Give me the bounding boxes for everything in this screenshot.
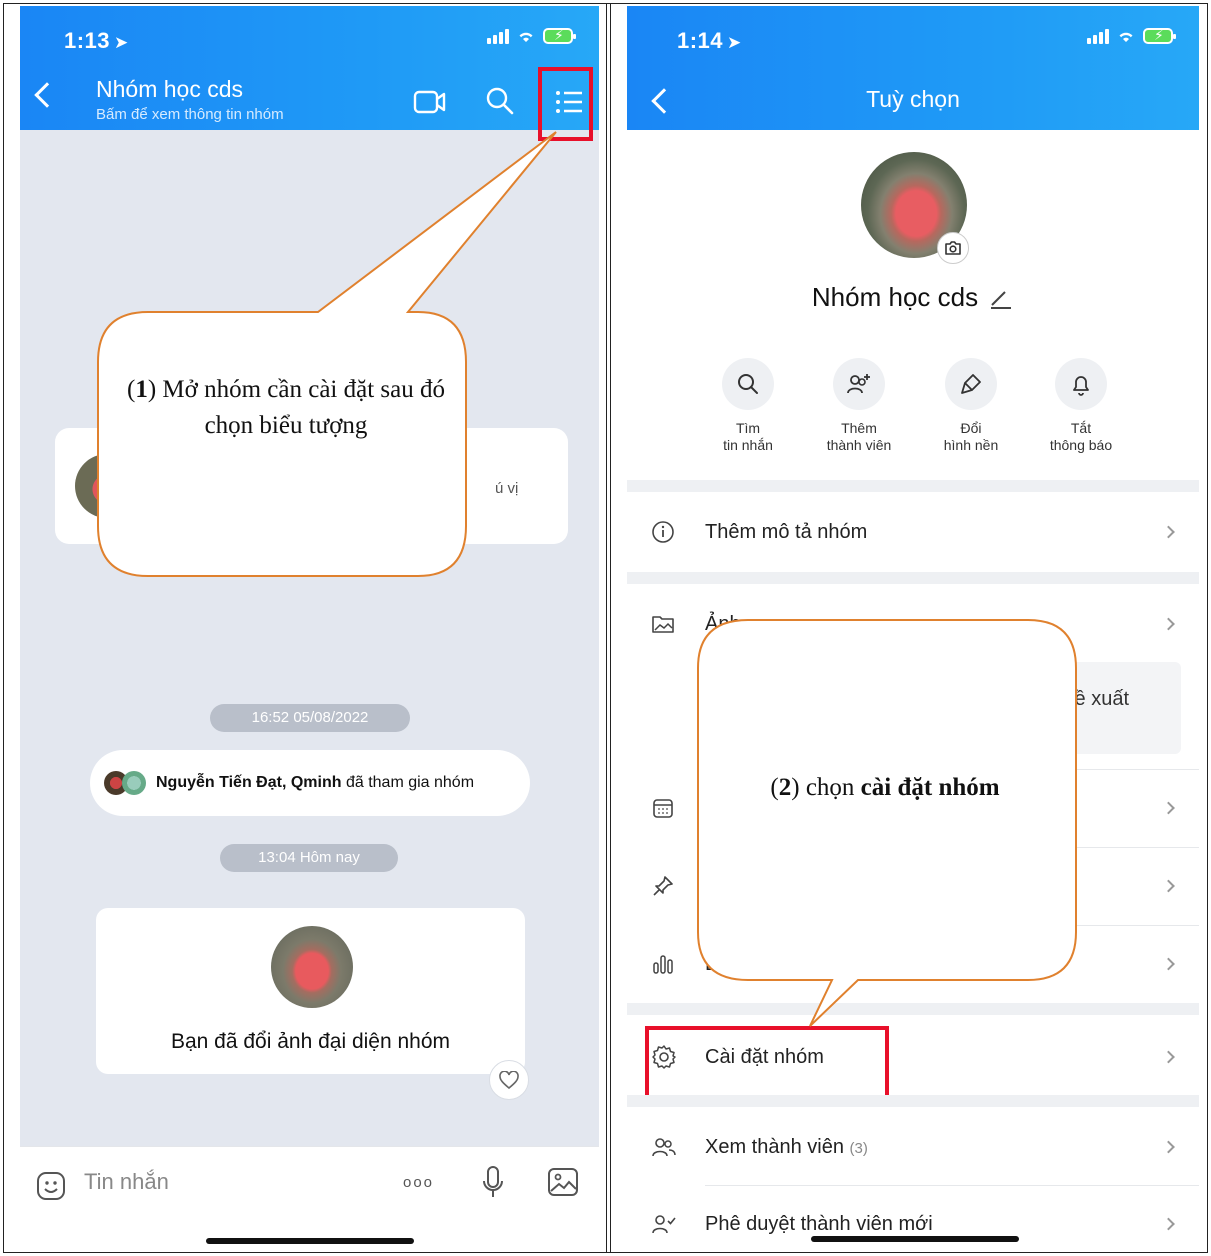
quick-action-search[interactable]: Tìm tin nhắn (698, 358, 798, 454)
member-count: (3) (849, 1139, 868, 1157)
add-member-icon (847, 374, 870, 394)
group-name: Nhóm học cds (627, 282, 1199, 313)
avatar-change-text: Bạn đã đổi ảnh đại diện nhóm (170, 1030, 451, 1053)
highlight-menu-box (538, 67, 593, 141)
quick-action-add-member[interactable]: Thêm thành viên (809, 358, 909, 454)
wifi-icon (519, 32, 533, 42)
message-text-fragment: ú vị (495, 480, 519, 497)
chevron-right-icon (1162, 617, 1175, 631)
home-indicator (206, 1238, 414, 1244)
section-divider (627, 572, 1199, 584)
back-icon[interactable] (34, 82, 60, 108)
avatar-change-notice[interactable]: Bạn đã đổi ảnh đại diện nhóm (96, 908, 525, 1074)
chat-header: 1:13 ➤ ⚡ Nhóm học cds Bấm để xem thông ti… (20, 6, 599, 130)
group-avatar (271, 926, 353, 1008)
change-photo-button[interactable] (937, 232, 969, 264)
chat-screen: 1:13 ➤ ⚡ Nhóm học cds Bấm để xem thông ti… (20, 6, 599, 1252)
poll-icon (653, 955, 673, 974)
signal-icon (487, 28, 509, 44)
bell-icon (1073, 376, 1089, 396)
message-card[interactable]: ú vị (55, 428, 568, 544)
section-divider (627, 480, 1199, 492)
row-label: Ảnh (705, 612, 741, 635)
location-arrow-icon: ➤ (727, 33, 742, 52)
preview-text-fragment: ề xuất (1074, 688, 1129, 710)
message-input[interactable]: Tin nhắn (84, 1169, 169, 1195)
status-time: 1:13 ➤ (64, 28, 129, 53)
more-icon[interactable]: ooo (403, 1174, 434, 1191)
microphone-icon[interactable] (481, 1165, 505, 1201)
status-icons: ⚡ (487, 27, 576, 44)
calendar-icon (653, 799, 673, 818)
message-composer: Tin nhắn ooo (20, 1146, 599, 1252)
home-indicator (811, 1236, 1019, 1242)
callout-text-1: (1) Mở nhóm cần cài đặt sau đó chọn biểu… (127, 376, 445, 439)
chevron-right-icon (1162, 801, 1175, 815)
search-icon (738, 374, 758, 394)
join-action: đã tham gia nhóm (345, 774, 475, 791)
media-preview[interactable]: ề xuất (705, 662, 1181, 754)
date-separator: 16:52 05/08/2022 (210, 704, 410, 732)
chat-title[interactable]: Nhóm học cds (96, 76, 243, 103)
chevron-right-icon (1162, 1140, 1175, 1154)
quick-action-mute[interactable]: Tắt thông báo (1031, 358, 1131, 454)
section-divider (627, 1095, 1199, 1107)
highlight-settings-box (645, 1026, 889, 1099)
options-screen: 1:14 ➤ ⚡ Tuỳ chọn Nhóm học cds Tìm tin nhắ… (627, 6, 1199, 1252)
section-divider (627, 1003, 1199, 1015)
battery-icon: ⚡ (543, 27, 576, 44)
avatar (122, 771, 146, 795)
row-view-members[interactable]: Xem thành viên (3) (627, 1109, 1199, 1185)
approve-member-icon (652, 1215, 676, 1234)
column-divider (606, 3, 611, 1253)
options-header: 1:14 ➤ ⚡ Tuỳ chọn (627, 6, 1199, 130)
location-arrow-icon: ➤ (114, 33, 129, 52)
date-separator: 13:04 Hôm nay (220, 844, 398, 872)
chevron-right-icon (1162, 957, 1175, 971)
avatar (75, 454, 139, 518)
row-pinned[interactable] (627, 848, 1199, 924)
photo-folder-icon (652, 616, 674, 633)
row-approve-members[interactable]: Phê duyệt thành viên mới (627, 1186, 1199, 1252)
signal-icon (1087, 28, 1109, 44)
chevron-right-icon (1162, 525, 1175, 539)
sticker-icon[interactable] (36, 1171, 66, 1201)
chevron-right-icon (1162, 1050, 1175, 1064)
battery-icon: ⚡ (1143, 27, 1176, 44)
join-notice: Nguyễn Tiến Đạt, Qminh đã tham gia nhóm (90, 750, 530, 816)
image-icon[interactable] (547, 1167, 579, 1197)
status-icons: ⚡ (1087, 27, 1176, 44)
camera-icon (945, 241, 961, 255)
wifi-icon (1119, 32, 1133, 42)
row-label: Phê duyệt thành viên mới (705, 1212, 933, 1235)
quick-action-wallpaper[interactable]: Đổi hình nền (921, 358, 1021, 454)
row-label: B (705, 952, 719, 975)
video-call-icon[interactable] (413, 88, 447, 116)
search-icon[interactable] (485, 86, 515, 116)
members-icon (652, 1138, 676, 1157)
info-icon (652, 521, 674, 543)
chevron-right-icon (1162, 879, 1175, 893)
status-time: 1:14 ➤ (677, 28, 742, 53)
page-title: Tuỳ chọn (866, 86, 960, 112)
row-label: Thêm mô tả nhóm (705, 520, 868, 543)
brush-icon (961, 374, 981, 394)
chevron-right-icon (1162, 1217, 1175, 1231)
heart-icon (499, 1071, 519, 1089)
react-heart-button[interactable] (489, 1060, 529, 1100)
chat-subtitle[interactable]: Bấm để xem thông tin nhóm (96, 106, 284, 123)
callout-text-2: (2) chọn cài đặt nhóm (770, 774, 1000, 801)
row-poll[interactable]: B (627, 926, 1199, 1002)
edit-icon[interactable] (988, 288, 1014, 310)
pin-icon (653, 876, 673, 896)
row-group-description[interactable]: Thêm mô tả nhóm (627, 494, 1199, 570)
row-media-files[interactable]: Ảnh (627, 586, 1199, 662)
row-label: Xem thành viên (3) (705, 1135, 868, 1158)
join-names[interactable]: Nguyễn Tiến Đạt, Qminh (156, 774, 342, 792)
